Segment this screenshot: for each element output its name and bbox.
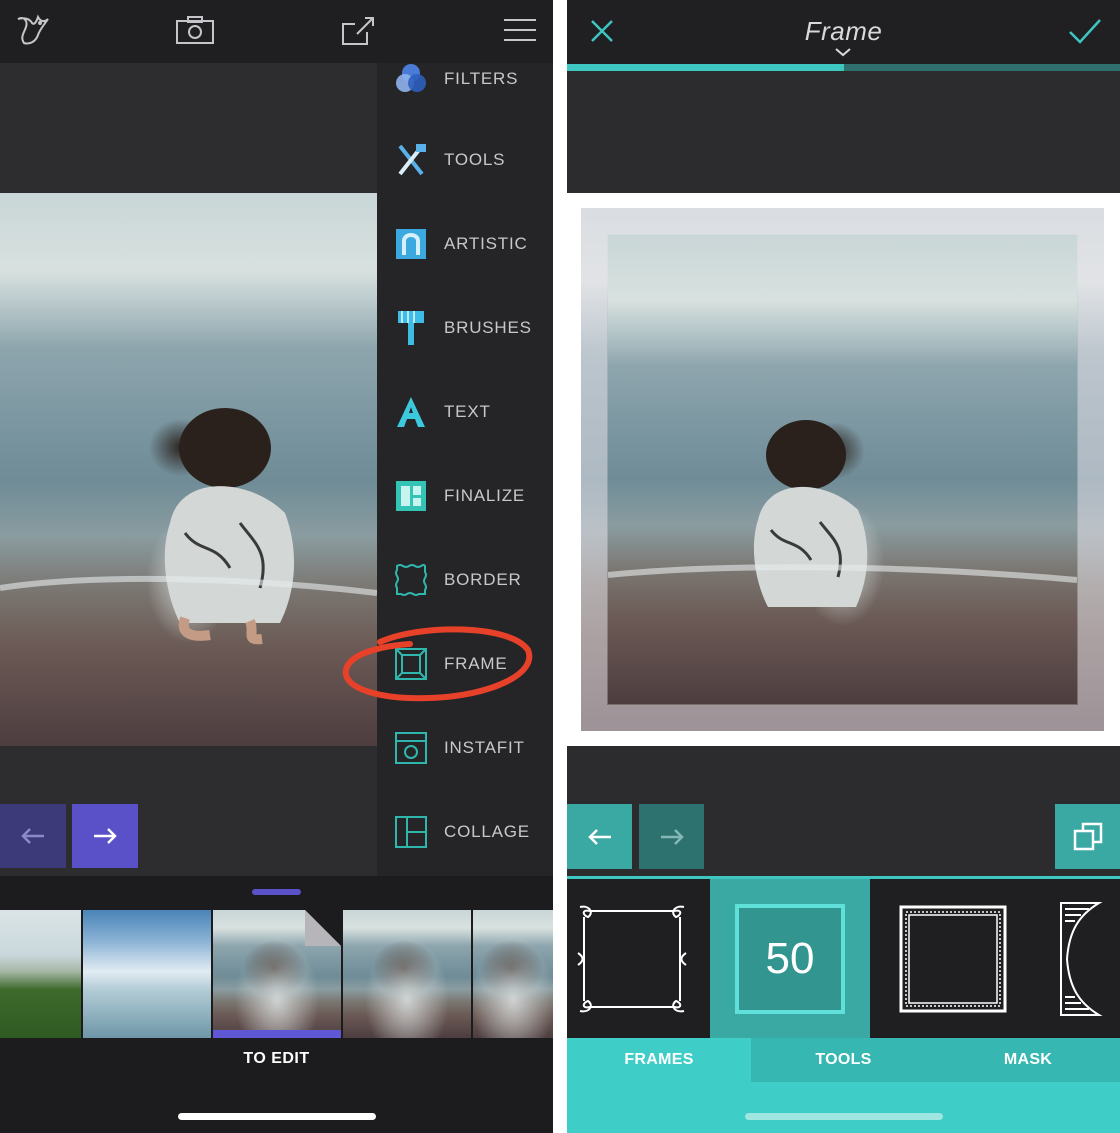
arrow-right-icon	[94, 828, 117, 844]
frame-option-ornate[interactable]	[567, 879, 697, 1038]
thumbnail-2[interactable]	[83, 910, 211, 1038]
tools-menu: FILTERS TOOLS ARTISTIC BRUSHES TEXT FINA…	[377, 63, 553, 876]
frame-option-sketch[interactable]	[883, 879, 1023, 1038]
instafit-icon	[393, 730, 429, 766]
progress-bar	[567, 64, 844, 71]
border-icon	[393, 562, 429, 598]
share-icon[interactable]	[338, 12, 378, 48]
artistic-icon	[393, 226, 429, 262]
sketch-frame-icon	[899, 905, 1007, 1012]
tab-tools[interactable]: TOOLS	[751, 1038, 936, 1082]
thumbnail-5[interactable]	[473, 910, 553, 1038]
tool-collage[interactable]: COLLAGE	[377, 790, 553, 874]
tab-mask[interactable]: MASK	[936, 1038, 1120, 1082]
tools-icon	[393, 142, 429, 178]
filters-icon	[393, 61, 429, 97]
tool-tools[interactable]: TOOLS	[377, 118, 553, 202]
tool-text[interactable]: TEXT	[377, 370, 553, 454]
collage-icon	[393, 814, 429, 850]
compare-icon	[1073, 822, 1102, 850]
frame-strength-value[interactable]: 50	[735, 903, 845, 1014]
edited-corner-icon	[305, 910, 341, 946]
right-screen: Frame 50 FRAMES TOOLS MASK	[567, 0, 1120, 1133]
home-indicator	[745, 1113, 943, 1120]
confirm-check-icon[interactable]	[1067, 14, 1103, 48]
frame-toolbar: Frame	[567, 0, 1120, 64]
frame-option-scalloped[interactable]	[1049, 879, 1120, 1038]
ornate-frame-icon	[577, 905, 687, 1012]
tool-filters[interactable]: FILTERS	[377, 37, 553, 121]
tool-artistic[interactable]: ARTISTIC	[377, 202, 553, 286]
arrow-left-icon	[21, 828, 44, 844]
selected-thumbnail-indicator	[213, 1030, 341, 1038]
strip-handle[interactable]	[252, 889, 301, 895]
brushes-icon	[393, 310, 429, 346]
redo-button[interactable]	[72, 804, 138, 868]
screen-title: Frame	[804, 16, 883, 46]
camera-icon[interactable]	[175, 12, 215, 48]
redo-button[interactable]	[639, 804, 704, 869]
canvas-padding-top	[567, 71, 1120, 193]
tool-border[interactable]: BORDER	[377, 538, 553, 622]
tab-frames[interactable]: FRAMES	[567, 1038, 751, 1082]
frame-highlight-annotation	[342, 626, 533, 702]
thumbnail-4[interactable]	[343, 910, 471, 1038]
finalize-icon	[393, 478, 429, 514]
tool-brushes[interactable]: BRUSHES	[377, 286, 553, 370]
editing-photo	[0, 193, 377, 746]
strip-caption: TO EDIT	[243, 1050, 310, 1067]
chevron-down-icon[interactable]	[835, 48, 851, 57]
tool-finalize[interactable]: FINALIZE	[377, 454, 553, 538]
frame-option-selected[interactable]: 50	[710, 879, 870, 1038]
compare-button[interactable]	[1055, 804, 1120, 869]
left-screen: FILTERS TOOLS ARTISTIC BRUSHES TEXT FINA…	[0, 0, 553, 1133]
text-icon	[393, 394, 429, 430]
undo-button[interactable]	[0, 804, 66, 868]
undo-button[interactable]	[567, 804, 632, 869]
tool-instafit[interactable]: INSTAFIT	[377, 706, 553, 790]
app-logo-icon[interactable]	[13, 12, 53, 48]
scalloped-frame-icon	[1060, 901, 1103, 1016]
frame-overlay	[581, 208, 1104, 731]
arrow-right-icon	[660, 828, 684, 845]
home-indicator	[178, 1113, 376, 1120]
thumbnail-1[interactable]	[0, 910, 81, 1038]
arrow-left-icon	[587, 828, 611, 845]
